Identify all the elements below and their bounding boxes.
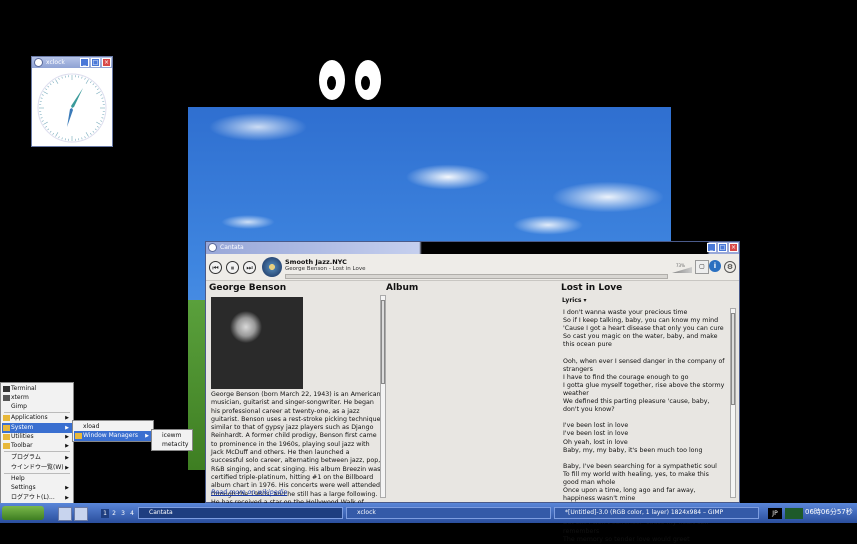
progress-bar[interactable] [285,274,668,279]
next-track-button[interactable]: ⏭ [243,261,256,274]
folder-icon [75,433,82,439]
menu-item-metacity[interactable]: metacity [153,440,191,450]
maximize-button[interactable]: □ [718,243,727,252]
album-heading: Album [386,283,418,293]
xterm-icon [3,395,10,401]
workspace-3[interactable]: 3 [119,509,127,518]
minimize-button[interactable]: _ [707,243,716,252]
artist-heading: George Benson [209,283,286,293]
folder-icon [3,415,10,421]
pause-button[interactable]: ⏸ [226,261,239,274]
submenu-arrow-icon: ▶ [65,463,69,473]
submenu-arrow-icon: ▶ [65,483,69,493]
workspace-2[interactable]: 2 [110,509,118,518]
read-more-link[interactable]: Read more on wikipedia [211,489,287,496]
start-button[interactable] [2,506,44,520]
folder-icon [3,443,10,449]
left-pupil [327,76,336,90]
window-managers-submenu[interactable]: icewm metacity [151,429,193,451]
lyrics-dropdown[interactable]: Lyrics ▾ [562,297,587,304]
artist-bio: George Benson (born March 22, 1943) is a… [211,391,381,515]
folder-icon [3,434,10,440]
xeyes-left-eye [319,60,345,100]
start-menu[interactable]: Terminal xterm Gimp Applications▶ System… [0,382,74,505]
artist-photo [211,297,303,389]
cpu-monitor [785,508,803,519]
right-pupil [361,76,370,90]
xclock-titlebar[interactable]: xclock _ □ × [32,57,112,68]
taskbar: 1 2 3 4 Cantata xclock *[Untitled]-3.0 (… [0,503,857,523]
lyrics-scrollbar[interactable] [730,308,736,498]
window-menu-icon[interactable] [34,58,43,67]
menu-item-window-list[interactable]: ウインドウ一覧(W)▶ [2,463,72,473]
scroll-thumb[interactable] [731,313,735,405]
terminal-launcher-icon[interactable] [74,507,88,521]
info-icon[interactable]: i [709,260,721,272]
menu-item-window-managers[interactable]: Window Managers▶ [74,431,152,441]
menu-item-gimp[interactable]: Gimp [2,402,72,412]
previous-track-button[interactable]: ⏮ [209,261,222,274]
cantata-window[interactable]: Cantata _ □ × ⏮ ⏸ ⏭ Smooth Jazz.NYC Geor… [205,241,740,503]
input-method-indicator[interactable]: JP [768,508,782,519]
system-submenu[interactable]: xload Window Managers▶ [72,420,154,442]
terminal-icon [3,386,10,392]
workspace-1[interactable]: 1 [101,509,109,518]
menu-item-applications[interactable]: Applications▶ [2,413,72,423]
menu-item-logout[interactable]: ログアウト(L)...▶ [2,493,72,503]
task-gimp[interactable]: *[Untitled]-3.0 (RGB color, 1 layer) 182… [554,507,759,519]
submenu-arrow-icon: ▶ [65,441,69,451]
submenu-arrow-icon: ▶ [65,413,69,423]
now-playing: George Benson - Lost in Love [285,266,365,272]
xclock-window[interactable]: xclock _ □ × [31,56,113,147]
cantata-titlebar[interactable]: Cantata _ □ × [206,242,739,254]
submenu-arrow-icon: ▶ [65,453,69,463]
task-cantata[interactable]: Cantata [138,507,343,519]
xeyes-right-eye [355,60,381,100]
close-button[interactable]: × [102,58,111,67]
menu-separator [4,451,70,452]
folder-icon [3,425,10,431]
artist-scrollbar[interactable] [380,295,386,498]
submenu-arrow-icon: ▶ [65,493,69,503]
menu-item-programs[interactable]: プログラム▶ [2,453,72,463]
xclock-title: xclock [46,59,65,66]
cover-art-icon [262,257,282,277]
clock: 06時06分57秒 [805,507,853,517]
workspace-4[interactable]: 4 [128,509,136,518]
maximize-button[interactable]: □ [91,58,100,67]
menu-item-settings[interactable]: Settings▶ [2,483,72,493]
show-desktop-icon[interactable] [58,507,72,521]
volume-percent: 73% [676,263,685,268]
scroll-thumb[interactable] [381,300,385,384]
submenu-arrow-icon: ▶ [145,431,149,441]
menu-item-toolbar[interactable]: Toolbar▶ [2,441,72,451]
cantata-app-icon[interactable] [208,243,217,252]
clock-face [34,71,110,145]
hide-button[interactable]: ▢ [695,260,709,274]
station-name: Smooth Jazz.NYC [285,258,347,266]
song-heading: Lost in Love [561,283,622,293]
cantata-title: Cantata [220,244,244,251]
task-xclock[interactable]: xclock [346,507,551,519]
minimize-button[interactable]: _ [80,58,89,67]
settings-gear-icon[interactable]: ⚙ [724,261,736,273]
close-button[interactable]: × [729,243,738,252]
